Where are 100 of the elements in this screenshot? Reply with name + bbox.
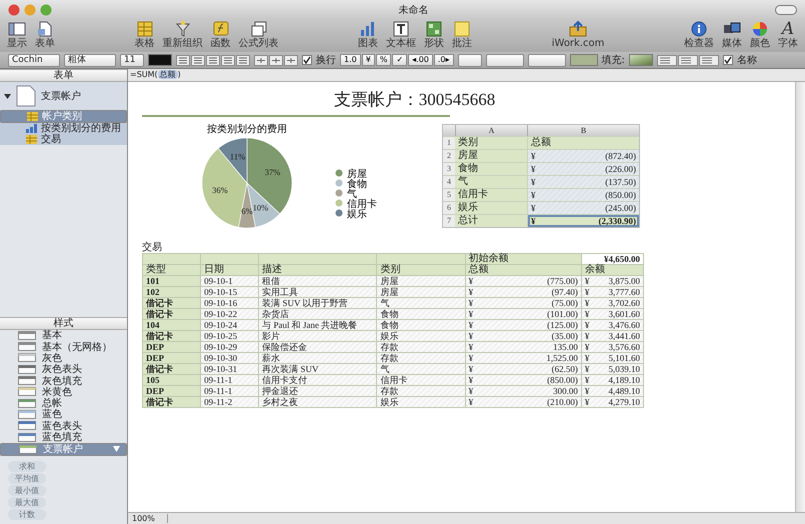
wrap-checkbox[interactable]	[302, 55, 312, 65]
row-number[interactable]: 5	[443, 189, 455, 201]
style-item[interactable]: 蓝色	[0, 408, 127, 420]
toolbar-button[interactable]: A 字体	[776, 19, 799, 50]
style-item[interactable]: 灰色表头	[0, 364, 127, 375]
stroke-color-well[interactable]	[570, 54, 598, 66]
scroll-bar[interactable]	[795, 82, 805, 512]
align-button[interactable]	[206, 54, 220, 66]
window-title: 未命名	[398, 4, 430, 16]
row-number[interactable]: 4	[443, 176, 455, 188]
text-color-well[interactable]	[148, 54, 172, 66]
align-button[interactable]	[221, 54, 235, 66]
currency-symbol: ¥	[531, 163, 536, 175]
chart-title: 按类别划分的费用	[207, 124, 287, 135]
document-title: 支票帐户：300545668	[332, 90, 496, 110]
toolbar-button[interactable]: 重新组织	[162, 19, 204, 50]
column-header[interactable]: A	[455, 125, 527, 136]
table-cell: 气	[376, 364, 466, 374]
number-format-button[interactable]: %	[376, 54, 392, 66]
balance-value: 3,476.60	[608, 320, 640, 330]
vertical-align-button[interactable]	[269, 54, 283, 66]
currency-symbol: ¥	[584, 386, 590, 396]
table-cell: 104	[142, 320, 201, 330]
toolbar-button[interactable]: 表格	[134, 19, 156, 50]
currency-symbol: ¥	[531, 176, 536, 188]
table-title: 交易	[142, 242, 163, 253]
vertical-align-button[interactable]	[284, 54, 298, 66]
style-item[interactable]: 蓝色表头	[0, 420, 127, 432]
toolbar-button[interactable]: 颜色	[748, 19, 771, 50]
number-format-button[interactable]: ¥	[362, 54, 375, 66]
vertical-align-button[interactable]	[254, 54, 268, 66]
toolbar-button[interactable]: 图表	[357, 19, 380, 50]
toolbar-button[interactable]: 显示	[6, 19, 28, 50]
style-item[interactable]: 灰色	[0, 352, 127, 364]
zoom-button[interactable]	[40, 4, 52, 16]
formula-token[interactable]: 总额	[158, 70, 178, 79]
number-format-button[interactable]: ◂.00	[408, 54, 433, 66]
table-layout-button[interactable]	[678, 54, 698, 66]
line-style-select[interactable]	[486, 54, 524, 66]
style-item[interactable]: 基本	[0, 330, 127, 342]
toolbar-button[interactable]: 表单	[34, 19, 56, 50]
style-item[interactable]: 基本（无网格）	[0, 341, 127, 352]
line-color-select[interactable]	[528, 54, 566, 66]
amount-value: (210.00)	[547, 397, 578, 407]
table-style-thumbnail	[18, 364, 36, 374]
zoom-select[interactable]: 100%	[128, 514, 168, 523]
align-button[interactable]	[236, 54, 250, 66]
toolbar-button[interactable]: 文本框	[385, 19, 418, 50]
style-item[interactable]: 灰色填充	[0, 374, 127, 386]
table-icon	[27, 112, 38, 121]
table-cell: 薪水	[258, 352, 377, 364]
style-item[interactable]: 总帐	[0, 398, 127, 409]
table-layout-button[interactable]	[656, 54, 677, 66]
close-button[interactable]	[8, 4, 20, 16]
row-number[interactable]: 2	[443, 150, 455, 162]
align-button[interactable]	[191, 54, 205, 66]
style-item[interactable]: 米黄色	[0, 386, 127, 398]
style-item[interactable]: 蓝色填充	[0, 431, 127, 443]
border-style-select[interactable]	[458, 54, 482, 66]
row-number[interactable]: 1	[443, 137, 455, 149]
sidebar-item[interactable]: 按类别划分的费用	[0, 123, 127, 134]
table-cell: 娱乐	[455, 202, 527, 214]
font-style-select[interactable]: 粗体	[64, 54, 116, 66]
table-cell: 实用工具	[258, 286, 377, 298]
name-checkbox[interactable]	[722, 55, 733, 65]
table-style-thumbnail	[18, 342, 36, 352]
formula-field[interactable]: =SUM( 总额 )	[130, 70, 181, 80]
toolbar-toggle-button[interactable]	[775, 4, 797, 14]
currency-symbol: ¥	[584, 320, 590, 330]
dropdown-arrow-icon[interactable]	[113, 446, 120, 452]
currency-symbol: ¥	[584, 353, 590, 363]
font-size-field[interactable]: 11	[120, 54, 144, 66]
toolbar-button[interactable]: 形状	[423, 19, 446, 50]
toolbar-button[interactable]: 检查器	[682, 19, 715, 50]
bar-chart-icon	[26, 124, 37, 133]
fill-color-well[interactable]	[628, 54, 653, 66]
balance-value: 4,189.10	[608, 375, 640, 385]
toolbar-button[interactable]: 媒体	[720, 19, 743, 50]
column-header[interactable]: B	[527, 125, 639, 136]
toolbar-button[interactable]: iWork.com	[550, 19, 606, 50]
font-select[interactable]: Cochin	[8, 54, 60, 66]
number-format-button[interactable]: ✓	[392, 54, 408, 66]
toolbar-button[interactable]: 公式列表	[238, 19, 280, 50]
amount-value: (97.40)	[552, 287, 578, 297]
align-button[interactable]	[176, 54, 190, 66]
toolbar-button[interactable]: 函数	[210, 19, 232, 50]
table-layout-button[interactable]	[698, 54, 719, 66]
legend-label: 食物	[347, 179, 367, 190]
row-number[interactable]: 6	[443, 202, 455, 214]
data-label: 36%	[212, 184, 228, 195]
toolbar-button[interactable]: 批注	[451, 19, 474, 50]
sidebar-item[interactable]: 交易	[0, 134, 127, 145]
row-number[interactable]: 3	[443, 163, 455, 175]
number-format-button[interactable]: .0▸	[434, 54, 454, 66]
amount-value: (872.40)	[605, 150, 636, 162]
row-number[interactable]: 7	[443, 215, 455, 227]
number-format-button[interactable]: 1.0	[340, 54, 361, 66]
disclosure-triangle-icon[interactable]	[4, 92, 11, 100]
currency-symbol: ¥	[468, 298, 474, 308]
data-label: 10%	[252, 202, 268, 212]
